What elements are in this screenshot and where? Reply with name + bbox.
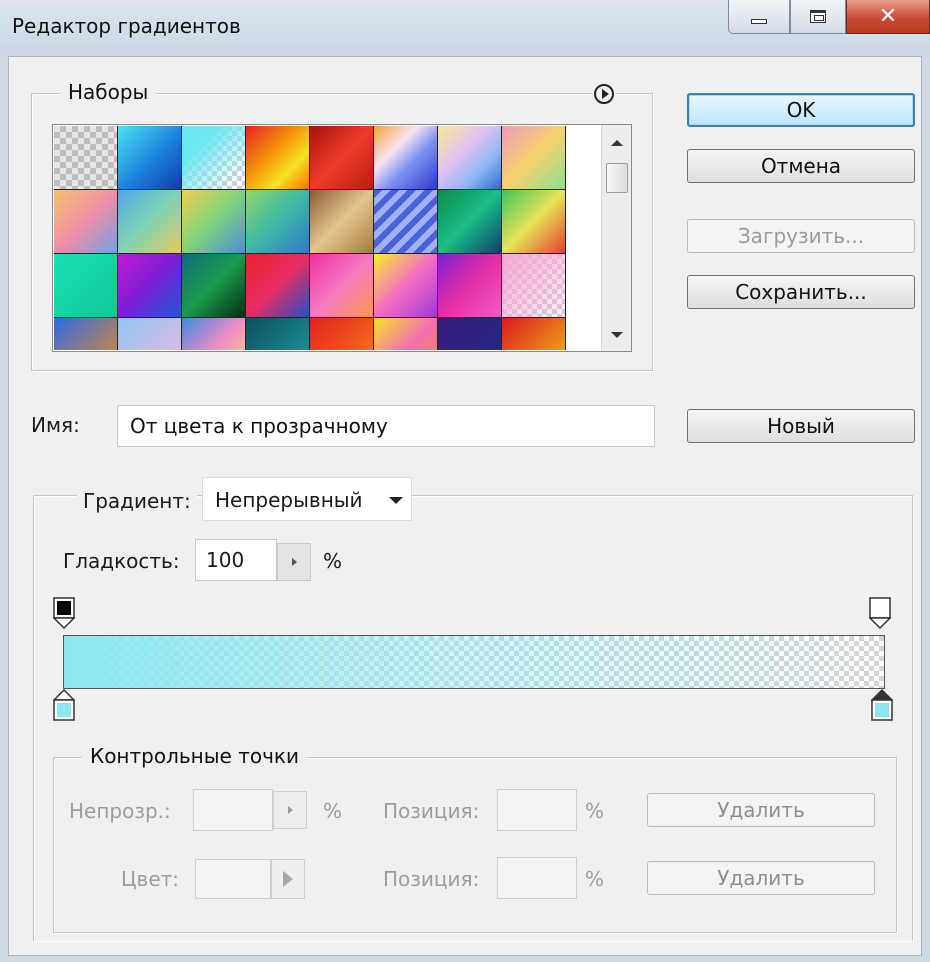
cancel-button[interactable]: Отмена — [687, 149, 915, 183]
presets-label: Наборы — [60, 80, 157, 104]
new-button[interactable]: Новый — [687, 409, 915, 443]
control-points-group: Контрольные точки — [53, 744, 897, 933]
preset-swatch[interactable] — [310, 190, 374, 254]
preset-swatch[interactable] — [182, 318, 246, 350]
maximize-icon — [810, 10, 826, 23]
preset-swatches — [54, 126, 568, 350]
color-stop-right[interactable] — [871, 689, 893, 721]
ok-button[interactable]: OK — [687, 93, 915, 127]
opacity-stop-right[interactable] — [869, 597, 891, 629]
position-input-opacity[interactable] — [497, 789, 577, 831]
maximize-button[interactable] — [790, 0, 846, 34]
close-button[interactable]: ✕ — [846, 0, 930, 34]
save-button[interactable]: Сохранить... — [687, 275, 915, 309]
preset-swatch[interactable] — [502, 318, 566, 350]
window-title: Редактор градиентов — [12, 14, 241, 38]
gradient-type-select[interactable]: Непрерывный — [202, 477, 412, 521]
smoothness-slider-button[interactable] — [277, 543, 311, 581]
preset-swatch[interactable] — [374, 318, 438, 350]
position-unit-color: % — [585, 867, 605, 891]
preset-swatch[interactable] — [438, 190, 502, 254]
delete-color-stop-button[interactable]: Удалить — [647, 861, 875, 895]
preset-swatch[interactable] — [502, 190, 566, 254]
preset-swatch[interactable] — [438, 254, 502, 318]
preset-swatch[interactable] — [182, 126, 246, 190]
gradient-preview-bar[interactable] — [63, 635, 885, 689]
minimize-button[interactable] — [728, 0, 790, 34]
arrow-right-icon — [287, 806, 293, 814]
arrow-up-icon — [611, 140, 623, 146]
chevron-down-icon — [389, 497, 403, 504]
position-unit-opacity: % — [585, 799, 605, 823]
gradient-type-value: Непрерывный — [215, 488, 363, 512]
circle-arrow-right-icon — [594, 84, 614, 104]
opacity-stop-left[interactable] — [53, 597, 75, 629]
preset-swatch[interactable] — [246, 126, 310, 190]
opacity-input[interactable] — [193, 789, 273, 831]
close-icon: ✕ — [878, 3, 898, 29]
position-label-opacity: Позиция: — [383, 799, 480, 823]
preset-swatch[interactable] — [118, 190, 182, 254]
window-controls: ✕ — [728, 0, 930, 36]
preset-swatch[interactable] — [502, 126, 566, 190]
color-swatch[interactable] — [195, 859, 271, 899]
preset-swatch[interactable] — [310, 254, 374, 318]
opacity-unit: % — [323, 799, 343, 823]
arrow-right-icon — [283, 871, 293, 887]
preset-swatch[interactable] — [54, 190, 118, 254]
arrow-right-icon — [291, 558, 297, 566]
presets-group: Наборы — [31, 80, 653, 371]
opacity-slider-button[interactable] — [273, 791, 307, 829]
preset-swatch[interactable] — [118, 254, 182, 318]
preset-swatch[interactable] — [246, 190, 310, 254]
preset-swatch[interactable] — [374, 126, 438, 190]
opacity-label: Непрозр.: — [69, 799, 171, 823]
name-input[interactable]: От цвета к прозрачному — [117, 405, 655, 447]
preset-swatch[interactable] — [374, 254, 438, 318]
scroll-up-button[interactable] — [602, 131, 632, 155]
position-input-color[interactable] — [497, 857, 577, 899]
preset-swatch[interactable] — [118, 318, 182, 350]
minimize-icon — [751, 19, 767, 24]
preset-swatch[interactable] — [182, 254, 246, 318]
dialog-body: Наборы OK Отмена Загрузить... Сохранить.… — [8, 56, 922, 956]
gradient-type-label: Градиент: — [77, 489, 197, 513]
presets-menu-button[interactable] — [592, 82, 616, 106]
control-points-label: Контрольные точки — [82, 744, 307, 768]
color-label: Цвет: — [121, 867, 180, 891]
delete-opacity-stop-button[interactable]: Удалить — [647, 793, 875, 827]
presets-scrollbar[interactable] — [601, 125, 631, 351]
color-stop-left[interactable] — [53, 689, 75, 721]
arrow-down-icon — [611, 332, 623, 338]
preset-swatch[interactable] — [54, 126, 118, 190]
preset-swatch[interactable] — [438, 318, 502, 350]
load-button[interactable]: Загрузить... — [687, 219, 915, 253]
smoothness-label: Гладкость: — [63, 549, 180, 573]
preset-swatch[interactable] — [118, 126, 182, 190]
color-menu-button[interactable] — [271, 859, 305, 899]
preset-swatch[interactable] — [310, 126, 374, 190]
preset-swatch[interactable] — [246, 254, 310, 318]
scroll-thumb[interactable] — [606, 163, 628, 193]
preset-swatch[interactable] — [438, 126, 502, 190]
preset-swatch[interactable] — [374, 190, 438, 254]
presets-list — [52, 124, 632, 352]
smoothness-input[interactable]: 100 — [195, 539, 277, 581]
position-label-color: Позиция: — [383, 867, 480, 891]
preset-swatch[interactable] — [502, 254, 566, 318]
scroll-down-button[interactable] — [602, 323, 632, 347]
name-label: Имя: — [31, 413, 80, 437]
preset-swatch[interactable] — [54, 254, 118, 318]
preset-swatch[interactable] — [246, 318, 310, 350]
title-bar[interactable]: Редактор градиентов ✕ — [0, 0, 930, 56]
preset-swatch[interactable] — [182, 190, 246, 254]
gradient-editor-window: Редактор градиентов ✕ Наборы OK Отмена З… — [0, 0, 930, 962]
smoothness-unit: % — [323, 549, 343, 573]
preset-swatch[interactable] — [54, 318, 118, 350]
preset-swatch[interactable] — [310, 318, 374, 350]
